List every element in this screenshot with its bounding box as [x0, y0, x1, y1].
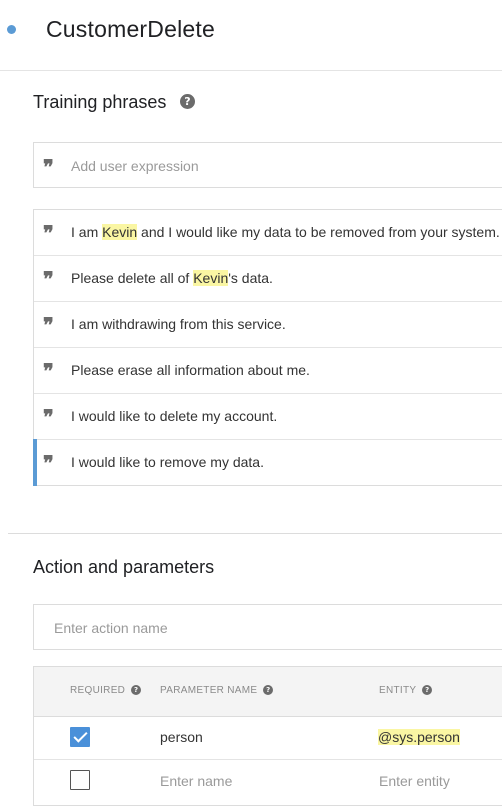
quote-icon: ❞	[43, 313, 54, 337]
parameter-entity-input[interactable]	[379, 771, 499, 791]
training-phrase-text[interactable]: I am Kevin and I would like my data to b…	[71, 224, 500, 240]
training-phrase-row[interactable]: ❞ Please erase all information about me.	[34, 348, 502, 394]
parameter-row-new	[34, 760, 502, 803]
entity-annotation[interactable]: Kevin	[102, 224, 138, 240]
parameter-entity[interactable]: @sys.person	[378, 729, 460, 745]
question-circle-icon[interactable]: ?	[263, 685, 274, 696]
training-phrase-text[interactable]: I would like to delete my account.	[71, 408, 277, 424]
training-phrase-text[interactable]: Please delete all of Kevin's data.	[71, 270, 273, 286]
section-divider	[8, 533, 502, 534]
parameter-name[interactable]: person	[160, 729, 203, 745]
training-phrase-text[interactable]: I would like to remove my data.	[71, 454, 264, 470]
action-name-box[interactable]	[33, 604, 502, 650]
training-phrases-title: Training phrases	[33, 92, 167, 112]
training-phrase-row[interactable]: ❞ I am withdrawing from this service.	[34, 302, 502, 348]
column-header-parameter-name: PARAMETER NAME?	[160, 685, 274, 696]
parameter-name-input[interactable]	[160, 771, 350, 791]
training-phrase-row[interactable]: ❞ I am Kevin and I would like my data to…	[34, 210, 502, 256]
training-phrase-row-selected[interactable]: ❞ I would like to remove my data.	[33, 439, 502, 486]
training-phrase-list: ❞ I am Kevin and I would like my data to…	[33, 209, 502, 486]
divider	[0, 70, 502, 71]
question-circle-icon[interactable]: ?	[131, 685, 142, 696]
column-header-required: REQUIRED?	[70, 685, 142, 696]
training-phrase-row[interactable]: ❞ I would like to delete my account.	[34, 394, 502, 440]
question-circle-icon[interactable]: ?	[422, 685, 433, 696]
intent-status-dot	[7, 25, 16, 34]
required-checkbox[interactable]	[70, 770, 90, 790]
training-phrase-row[interactable]: ❞ Please delete all of Kevin's data.	[34, 256, 502, 302]
parameters-table-header: REQUIRED? PARAMETER NAME? ENTITY?	[34, 667, 502, 717]
training-phrase-text[interactable]: Please erase all information about me.	[71, 362, 310, 378]
add-user-expression-input[interactable]	[71, 156, 491, 176]
parameters-table: REQUIRED? PARAMETER NAME? ENTITY? person…	[33, 666, 502, 806]
parameter-row: person @sys.person	[34, 717, 502, 760]
intent-name[interactable]: CustomerDelete	[46, 16, 215, 43]
quote-icon: ❞	[43, 451, 54, 475]
quote-icon: ❞	[43, 221, 54, 245]
training-phrase-text[interactable]: I am withdrawing from this service.	[71, 316, 286, 332]
action-name-input[interactable]	[54, 618, 484, 638]
required-checkbox[interactable]	[70, 727, 90, 747]
question-circle-icon[interactable]: ?	[180, 94, 195, 109]
quote-icon: ❞	[43, 267, 54, 291]
entity-annotation[interactable]: Kevin	[193, 270, 229, 286]
column-header-entity: ENTITY?	[379, 685, 433, 696]
quote-icon: ❞	[43, 405, 54, 429]
add-expression-box[interactable]: ❞	[33, 142, 502, 188]
quote-icon: ❞	[43, 359, 54, 383]
quote-icon: ❞	[43, 155, 54, 179]
action-parameters-title: Action and parameters	[33, 557, 215, 577]
